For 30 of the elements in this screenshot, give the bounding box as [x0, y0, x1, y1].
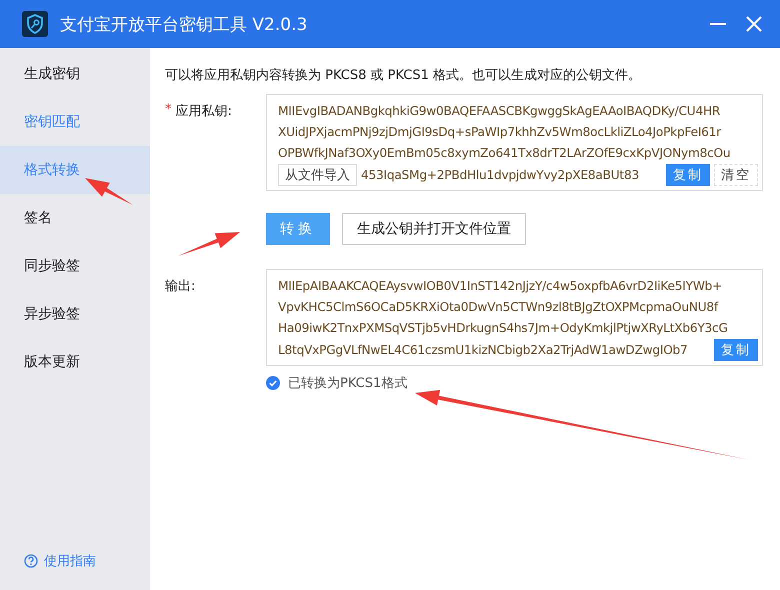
sidebar-item[interactable]: 签名: [0, 194, 150, 242]
private-key-field[interactable]: [266, 94, 763, 191]
key-text-line: 453IqaSMg+2PBdHlu1dvpjdwYvy2pXE8aBUt83: [361, 166, 639, 184]
shield-key-icon: [22, 11, 48, 37]
sidebar-item[interactable]: 同步验签: [0, 242, 150, 290]
checkbox[interactable]: [266, 376, 280, 390]
annotation-arrow: [85, 178, 133, 205]
import-file-button[interactable]: 从文件导入: [278, 164, 357, 186]
required-mark: *: [165, 102, 172, 119]
output-text-line: MIIEpAIBAAKCAQEAysvwIOB0V1InST142nJjzY/c4w5oxpfbA6vrD2IiKe5IYWb+: [278, 278, 724, 295]
key-text-line: MIIEvgIBADANBgkqhkiG9w0BAQEFAASCBKgwggSkAgEAAoIBAQDKy/CU4HR: [278, 103, 722, 120]
output-text-line: VpvKHC5ClmS6OCaD5KRXiOta0DwVn5CTWn9zl8tBJgZtOXPMcpmaOuNU8f: [278, 299, 720, 316]
output-text-line: Ha09iwK2TnxPXMSqVSTjb5vHDrkugnS4hs7Jm+OdyKmkjlPtjwXRyLtXb6Y3cG: [278, 320, 729, 337]
key-text-line: OPBWfkJNaf3OXy0EmBm05c8xymZo641Tx8drT2LArZOfE9cxKpVJONym8cOu: [278, 145, 732, 162]
window-title: 支付宝开放平台密钥工具 V2.0.3: [60, 14, 308, 36]
output-field[interactable]: [266, 269, 763, 366]
field-label: 输出:: [165, 278, 196, 296]
annotation-arrow: [178, 232, 240, 256]
clear-button[interactable]: 清空: [714, 164, 758, 186]
sidebar-item[interactable]: 异步验签: [0, 290, 150, 338]
sidebar-item[interactable]: 生成密钥: [0, 50, 150, 98]
field-label: 应用私钥:: [176, 103, 232, 121]
generate-public-key-button[interactable]: 生成公钥并打开文件位置: [342, 213, 526, 245]
close-icon[interactable]: [746, 16, 762, 32]
status-label: 已转换为PKCS1格式: [288, 375, 408, 392]
help-icon[interactable]: [24, 554, 38, 568]
sidebar-item[interactable]: 版本更新: [0, 338, 150, 386]
key-text-line: XUidJPXjacmPNj9zjDmjGI9sDq+sPaWIp7khhZv5Wm8ocLkliZLo4JoPkpFeI61r: [278, 124, 722, 141]
output-text-line: L8tqVxPGgVLfNwEL4C61czsmU1kizNCbigb2Xa2TrjAdW1awDZwgIOb7: [278, 342, 688, 358]
description-text: 可以将应用私钥内容转换为 PKCS8 或 PKCS1 格式。也可以生成对应的公钥文件。: [165, 67, 642, 84]
